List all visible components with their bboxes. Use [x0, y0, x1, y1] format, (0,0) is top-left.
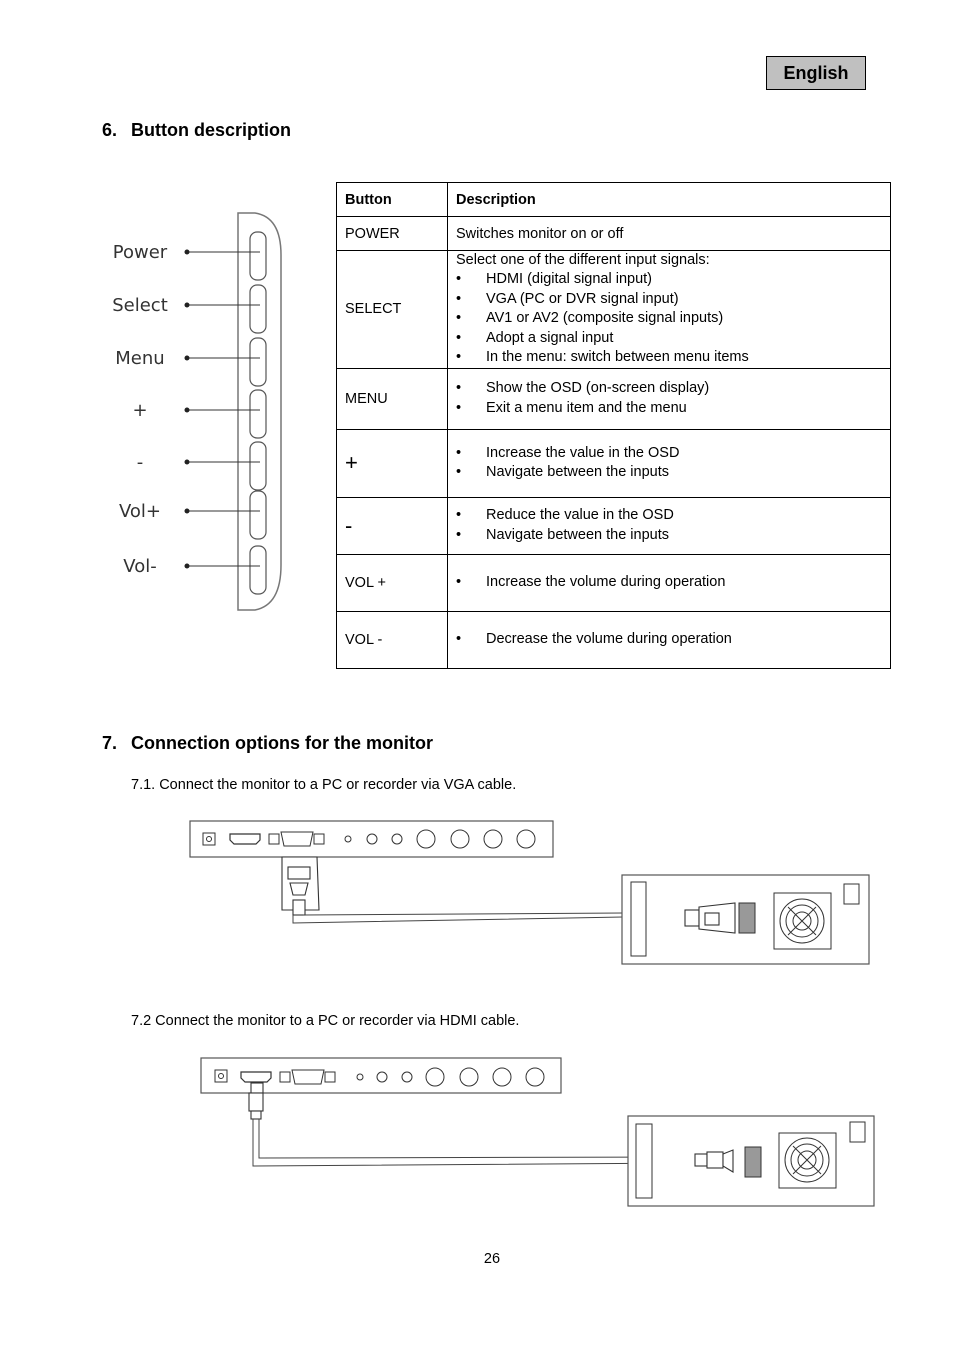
subsection-7-2: 7.2 Connect the monitor to a PC or recor… [131, 1013, 520, 1029]
description-bullet: Navigate between the inputs [456, 463, 882, 483]
hdmi-plug-icon [248, 1082, 264, 1120]
button-description: Show the OSD (on-screen display) Exit a … [447, 367, 891, 430]
description-bullet: Adopt a signal input [456, 329, 882, 349]
button-name: MENU [336, 367, 448, 430]
button-description-table: Button Description POWER Switches monito… [336, 182, 891, 669]
section-6-heading: 6. Button description [102, 120, 291, 141]
panel-button [249, 441, 267, 491]
button-description: Switches monitor on or off [447, 216, 891, 251]
table-row: POWER Switches monitor on or off [336, 216, 891, 251]
vga-socket-icon [744, 1146, 762, 1178]
leader-dot [184, 508, 190, 514]
panel-label: Menu [115, 348, 164, 369]
button-name: VOL + [336, 553, 448, 612]
button-name: + [336, 428, 448, 498]
panel-label: Vol+ [119, 501, 161, 522]
monitor-port-panel [189, 820, 554, 858]
description-bullet: AV1 or AV2 (composite signal inputs) [456, 309, 882, 329]
button-description: Increase the value in the OSD Navigate b… [447, 428, 891, 498]
page-number: 26 [483, 1251, 501, 1267]
button-name: POWER [336, 216, 448, 251]
vga-socket-icon [738, 902, 756, 934]
button-name: SELECT [336, 250, 448, 369]
hdmi-connection-diagram [200, 1057, 875, 1207]
table-row: - Reduce the value in the OSD Navigate b… [336, 496, 891, 555]
leader-dot [184, 407, 190, 413]
description-bullet: Increase the volume during operation [456, 573, 882, 593]
leader-dot [184, 355, 190, 361]
table-row: VOL - Decrease the volume during operati… [336, 610, 891, 669]
vga-cable [292, 915, 624, 924]
button-name: VOL - [336, 610, 448, 669]
vga-plug-icon [281, 856, 320, 916]
leader-dot [184, 459, 190, 465]
panel-outline [237, 212, 282, 611]
vga-connection-diagram [189, 820, 870, 965]
description-bullet: Increase the value in the OSD [456, 444, 882, 464]
column-header-button: Button [336, 182, 448, 217]
table-row: SELECT Select one of the different input… [336, 250, 891, 369]
panel-label: + [132, 400, 147, 421]
panel-label: Vol- [123, 556, 156, 577]
description-bullet: Reduce the value in the OSD [456, 506, 882, 526]
language-badge: English [766, 56, 866, 90]
description-bullet: Show the OSD (on-screen display) [456, 379, 882, 399]
description-bullet: HDMI (digital signal input) [456, 270, 882, 290]
leader-dot [184, 563, 190, 569]
description-bullet: Exit a menu item and the menu [456, 399, 882, 419]
panel-button [249, 545, 267, 595]
description-bullet: Decrease the volume during operation [456, 630, 882, 650]
description-bullet: VGA (PC or DVR signal input) [456, 290, 882, 310]
table-row: VOL + Increase the volume during operati… [336, 553, 891, 612]
description-intro: Select one of the different input signal… [456, 252, 710, 268]
section-7-heading: 7. Connection options for the monitor [102, 733, 433, 754]
leader-dot [184, 302, 190, 308]
section-title: Connection options for the monitor [131, 733, 433, 753]
subsection-7-1: 7.1. Connect the monitor to a PC or reco… [131, 777, 517, 793]
table-row: MENU Show the OSD (on-screen display) Ex… [336, 367, 891, 430]
button-description: Select one of the different input signal… [447, 250, 891, 369]
button-description: Decrease the volume during operation [447, 610, 891, 669]
panel-label: Power [113, 242, 168, 263]
button-description: Increase the volume during operation [447, 553, 891, 612]
panel-button [249, 337, 267, 387]
button-name: - [336, 496, 448, 555]
button-description: Reduce the value in the OSD Navigate bet… [447, 496, 891, 555]
button-panel-diagram: Power Select Menu + - Vol+ Vol- [112, 212, 282, 611]
column-header-description: Description [447, 182, 891, 217]
section-title: Button description [131, 120, 291, 140]
panel-button [249, 231, 267, 281]
panel-button [249, 284, 267, 334]
panel-label: Select [112, 295, 168, 316]
leader-dot [184, 249, 190, 255]
section-number: 7. [102, 733, 118, 753]
section-number: 6. [102, 120, 118, 140]
table-row: + Increase the value in the OSD Navigate… [336, 428, 891, 498]
description-bullet: In the menu: switch between menu items [456, 348, 882, 368]
table-header-row: Button Description [336, 182, 891, 217]
panel-button [249, 389, 267, 439]
description-bullet: Navigate between the inputs [456, 526, 882, 546]
panel-label: - [137, 452, 144, 473]
panel-button [249, 490, 267, 540]
